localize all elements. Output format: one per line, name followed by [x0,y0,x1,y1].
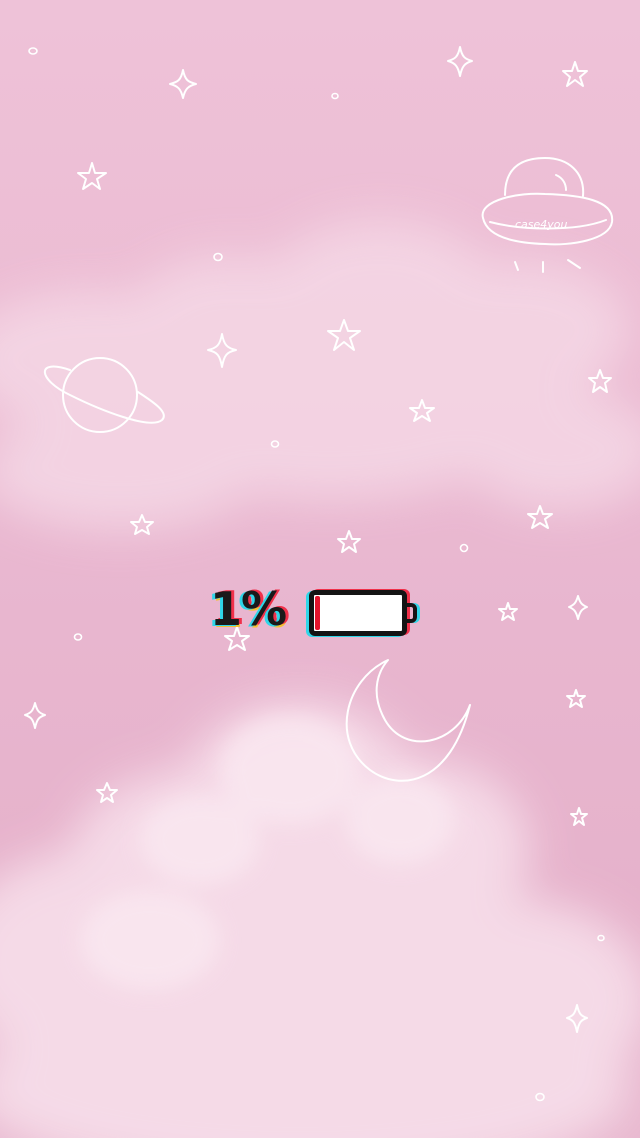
ufo-caption: case4you [515,218,568,231]
five-point-star-icon [77,61,612,826]
battery-percent-label: 1% [210,582,287,636]
crescent-moon-icon [345,659,471,782]
sparkle-star-icon [24,46,588,1033]
dot-circle-icon [28,47,605,1102]
planet-icon [43,357,165,433]
doodle-layer: case4you [24,46,614,1102]
ufo-icon: case4you [481,157,614,273]
battery-icon [309,590,407,636]
battery-cap [407,603,417,623]
wallpaper: case4you 1% [0,0,640,1138]
battery-level-fill [315,596,320,630]
